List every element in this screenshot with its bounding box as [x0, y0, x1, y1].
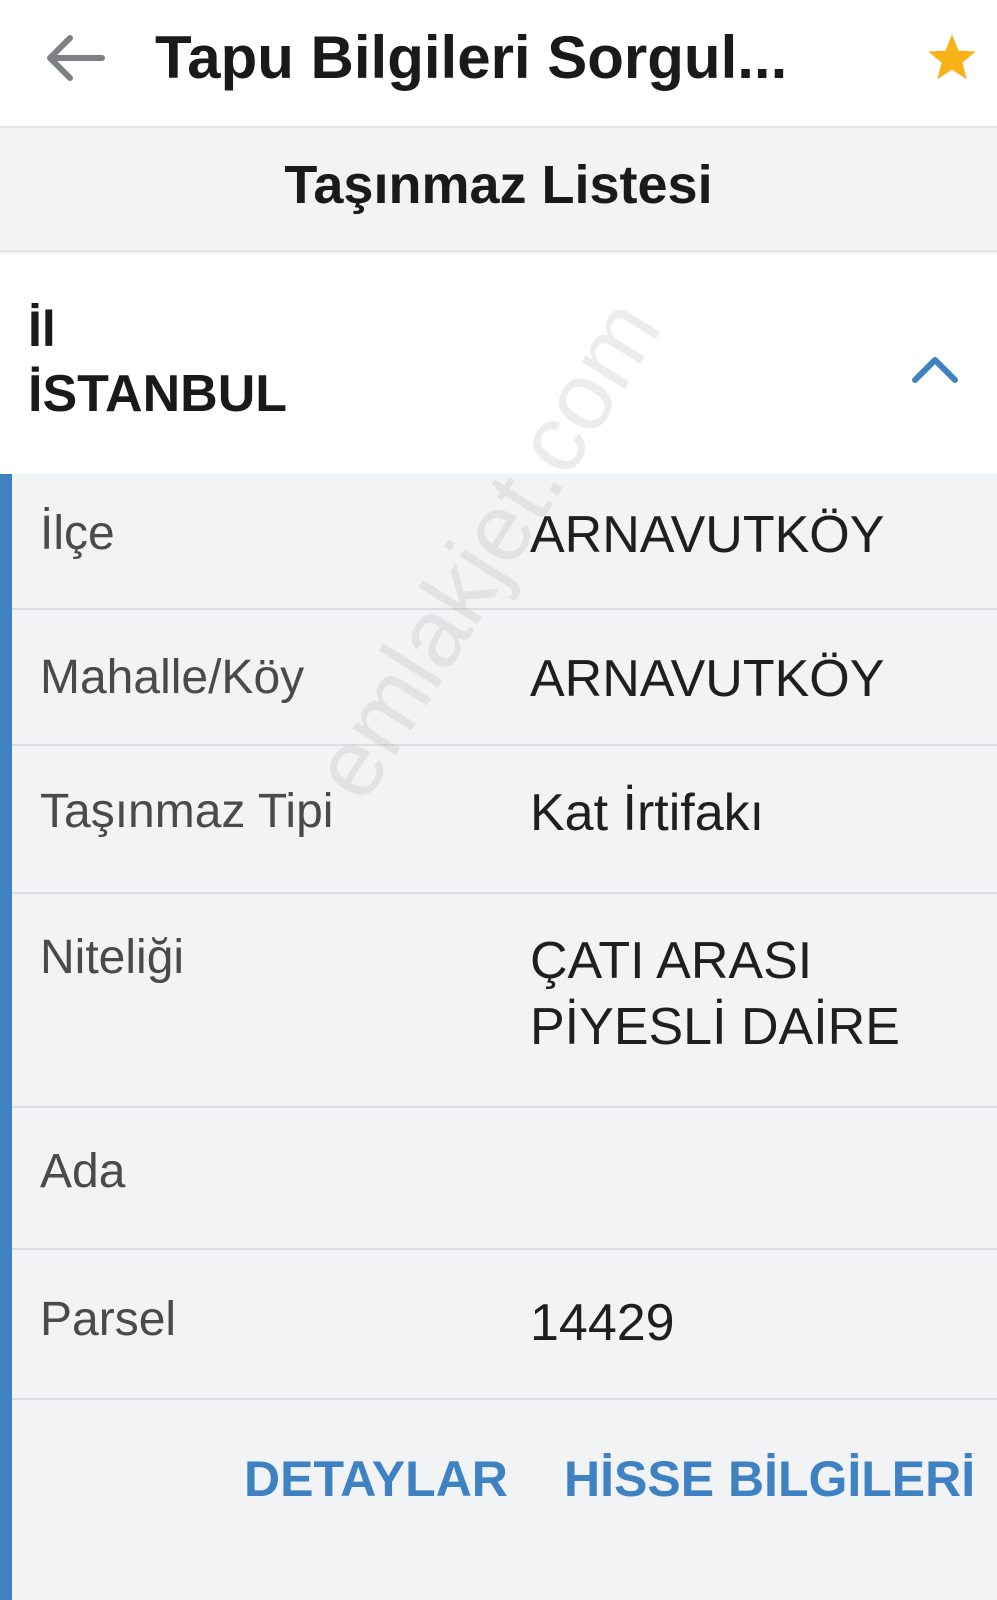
parcel-value: 14429 — [530, 1294, 675, 1352]
detail-row-block: Ada — [12, 1108, 997, 1250]
detail-row-district: İlçe ARNAVUTKÖY — [12, 474, 997, 610]
neighborhood-label: Mahalle/Köy — [40, 651, 305, 704]
accent-bar — [0, 474, 12, 1600]
province-label: İl — [28, 301, 56, 357]
neighborhood-value: ARNAVUTKÖY — [530, 650, 885, 708]
parcel-label: Parsel — [40, 1293, 177, 1346]
favorite-button[interactable] — [922, 28, 982, 88]
detail-row-parcel: Parsel 14429 — [12, 1250, 997, 1400]
property-type-label: Taşınmaz Tipi — [40, 785, 334, 838]
chevron-up-icon — [912, 357, 958, 383]
share-info-button[interactable]: HİSSE BİLGİLERİ — [564, 1450, 975, 1508]
district-value: ARNAVUTKÖY — [530, 506, 885, 564]
property-type-value: Kat İrtifakı — [530, 784, 765, 842]
card-actions: DETAYLAR HİSSE BİLGİLERİ — [12, 1414, 997, 1554]
back-button[interactable] — [38, 22, 110, 94]
district-label: İlçe — [40, 507, 115, 560]
detail-row-quality: Niteliği ÇATI ARASI PİYESLİ DAİRE — [12, 894, 997, 1108]
app-bar: Tapu Bilgileri Sorgul... — [0, 0, 997, 128]
section-title: Taşınmaz Listesi — [284, 155, 713, 215]
page-title: Tapu Bilgileri Sorgul... — [155, 24, 788, 91]
detail-row-property-type: Taşınmaz Tipi Kat İrtifakı — [12, 746, 997, 894]
property-details: İlçe ARNAVUTKÖY Mahalle/Köy ARNAVUTKÖY T… — [0, 474, 997, 1600]
block-label: Ada — [40, 1145, 126, 1198]
quality-value: ÇATI ARASI PİYESLİ DAİRE — [530, 932, 900, 1056]
quality-label: Niteliği — [40, 931, 185, 984]
star-icon — [928, 34, 976, 80]
collapse-button[interactable] — [905, 344, 965, 394]
detail-row-neighborhood: Mahalle/Köy ARNAVUTKÖY — [12, 610, 997, 746]
section-header: Taşınmaz Listesi — [0, 128, 997, 252]
arrow-left-icon — [47, 35, 105, 81]
details-button[interactable]: DETAYLAR — [244, 1450, 508, 1508]
province-value: İSTANBUL — [28, 365, 288, 423]
property-card-header[interactable]: İl İSTANBUL — [0, 254, 997, 474]
